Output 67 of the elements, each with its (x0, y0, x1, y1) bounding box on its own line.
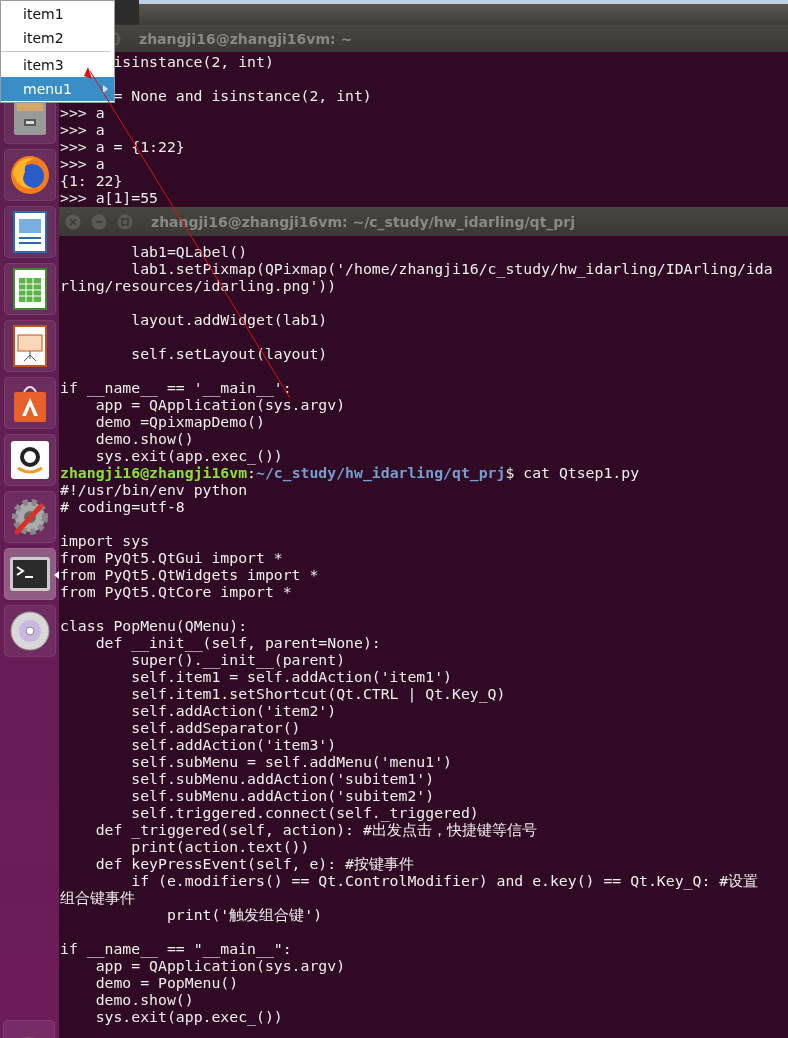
launcher-item[interactable] (3, 206, 56, 258)
launcher-item[interactable] (3, 434, 56, 486)
code-line: >>> a[1]=55 (60, 189, 159, 206)
launcher-item[interactable] (3, 605, 56, 657)
code-line: self.triggered.connect(self._triggered) (130, 804, 479, 821)
launcher-item[interactable] (3, 320, 56, 372)
code-line: self.addAction('item2') (130, 702, 338, 719)
launcher-item[interactable] (3, 377, 56, 429)
code-line: print('触发组合键') (165, 906, 324, 923)
code-line: lab1=QLabel() (130, 243, 249, 260)
code-line: if __name__ == "__main__": (60, 940, 293, 957)
code-line: #!/usr/bin/env python (60, 481, 249, 498)
code-line: self.addSeparator() (130, 719, 302, 736)
menu-item[interactable]: item2 (1, 26, 114, 50)
presentation-icon (10, 325, 49, 367)
code-line: self.subMenu.addAction('subitem2') (130, 787, 436, 804)
code-line: self.item1 = self.addAction('item1') (130, 668, 453, 685)
code-line: super().__init__(parent) (130, 651, 347, 668)
submenu-arrow-icon (103, 85, 108, 93)
code-line: >>> a (60, 104, 106, 121)
code-line: {1: 22} (60, 172, 124, 189)
code-line: >>> a (60, 121, 106, 138)
document-icon (10, 211, 49, 253)
code-line: rling/resources/idarling.png')) (60, 277, 337, 294)
code-line: # coding=utf-8 (60, 498, 186, 515)
spreadsheet-icon (10, 268, 49, 310)
code-line: class PopMenu(QMenu): (60, 617, 249, 634)
code-line: demo = PopMenu() (94, 974, 240, 991)
code-line: demo =QpixmapDemo() (94, 413, 266, 430)
code-line: if __name__ == '__main__': (60, 379, 293, 396)
menu-item[interactable]: menu1 (1, 77, 114, 101)
code-line: self.item1.setShortcut(Qt.CTRL | Qt.Key_Q) (130, 685, 507, 702)
code-line: 组合键事件 (60, 889, 136, 906)
code-line: if (e.modifiers() == Qt.ControlModifier) and e.key() == Qt.Key_Q: #设置 (130, 872, 760, 889)
window-title: zhangji16@zhangji16vm: ~ (139, 30, 353, 47)
code-line: demo.show() (94, 430, 195, 447)
code-line: self.subMenu = self.addMenu('menu1') (130, 753, 453, 770)
prompt-line: zhangji16@zhangji16vm:~/c_study/hw_idarling/qt_prj$ cat Qtsep1.py (60, 464, 640, 481)
code-line: >>> a (60, 155, 106, 172)
launcher-item[interactable] (3, 548, 56, 600)
disc-icon (8, 610, 51, 652)
code-line: app = QApplication(sys.argv) (95, 396, 347, 413)
menu-item[interactable]: item3 (1, 53, 114, 77)
code-line: def keyPressEvent(self, e): #按键事件 (94, 855, 415, 872)
browser-icon (8, 154, 51, 196)
launcher-item[interactable] (3, 263, 56, 315)
code-line: isinstance(2, int) (113, 53, 274, 70)
code-line: from PyQt5.QtGui import * (60, 549, 284, 566)
code-line: from PyQt5.QtWidgets import * (60, 566, 320, 583)
code-line: self.setLayout(layout) (130, 345, 329, 362)
terminal-icon (8, 556, 51, 592)
code-line: import sys (60, 532, 151, 549)
code-line: from PyQt5.QtCore import * (60, 583, 293, 600)
menu-item[interactable]: item1 (1, 2, 114, 26)
launcher-item[interactable] (3, 149, 56, 201)
code-line: lab1.setPixmap(QPixmap('/home/zhangji16/c_study/hw_idarling/IDArling/ida (130, 260, 774, 277)
code-line: self.addAction('item3') (130, 736, 338, 753)
code-line: sys.exit(app.exec_()) (94, 447, 284, 464)
code-line: def _triggered(self, action): #出发点击，快捷键等信号 (94, 821, 538, 838)
code-line: print(action.text()) (130, 838, 311, 855)
code-line: sys.exit(app.exec_()) (94, 1008, 284, 1025)
code-line: def __init__(self, parent=None): (94, 634, 382, 651)
code-line: >>> a = {1:22} (60, 138, 186, 155)
code-line: demo.show() (94, 991, 195, 1008)
code-line: layout.addWidget(lab1) (130, 311, 329, 328)
code-line: app = QApplication(sys.argv) (95, 957, 347, 974)
code-line: self.subMenu.addAction('subitem1') (130, 770, 436, 787)
